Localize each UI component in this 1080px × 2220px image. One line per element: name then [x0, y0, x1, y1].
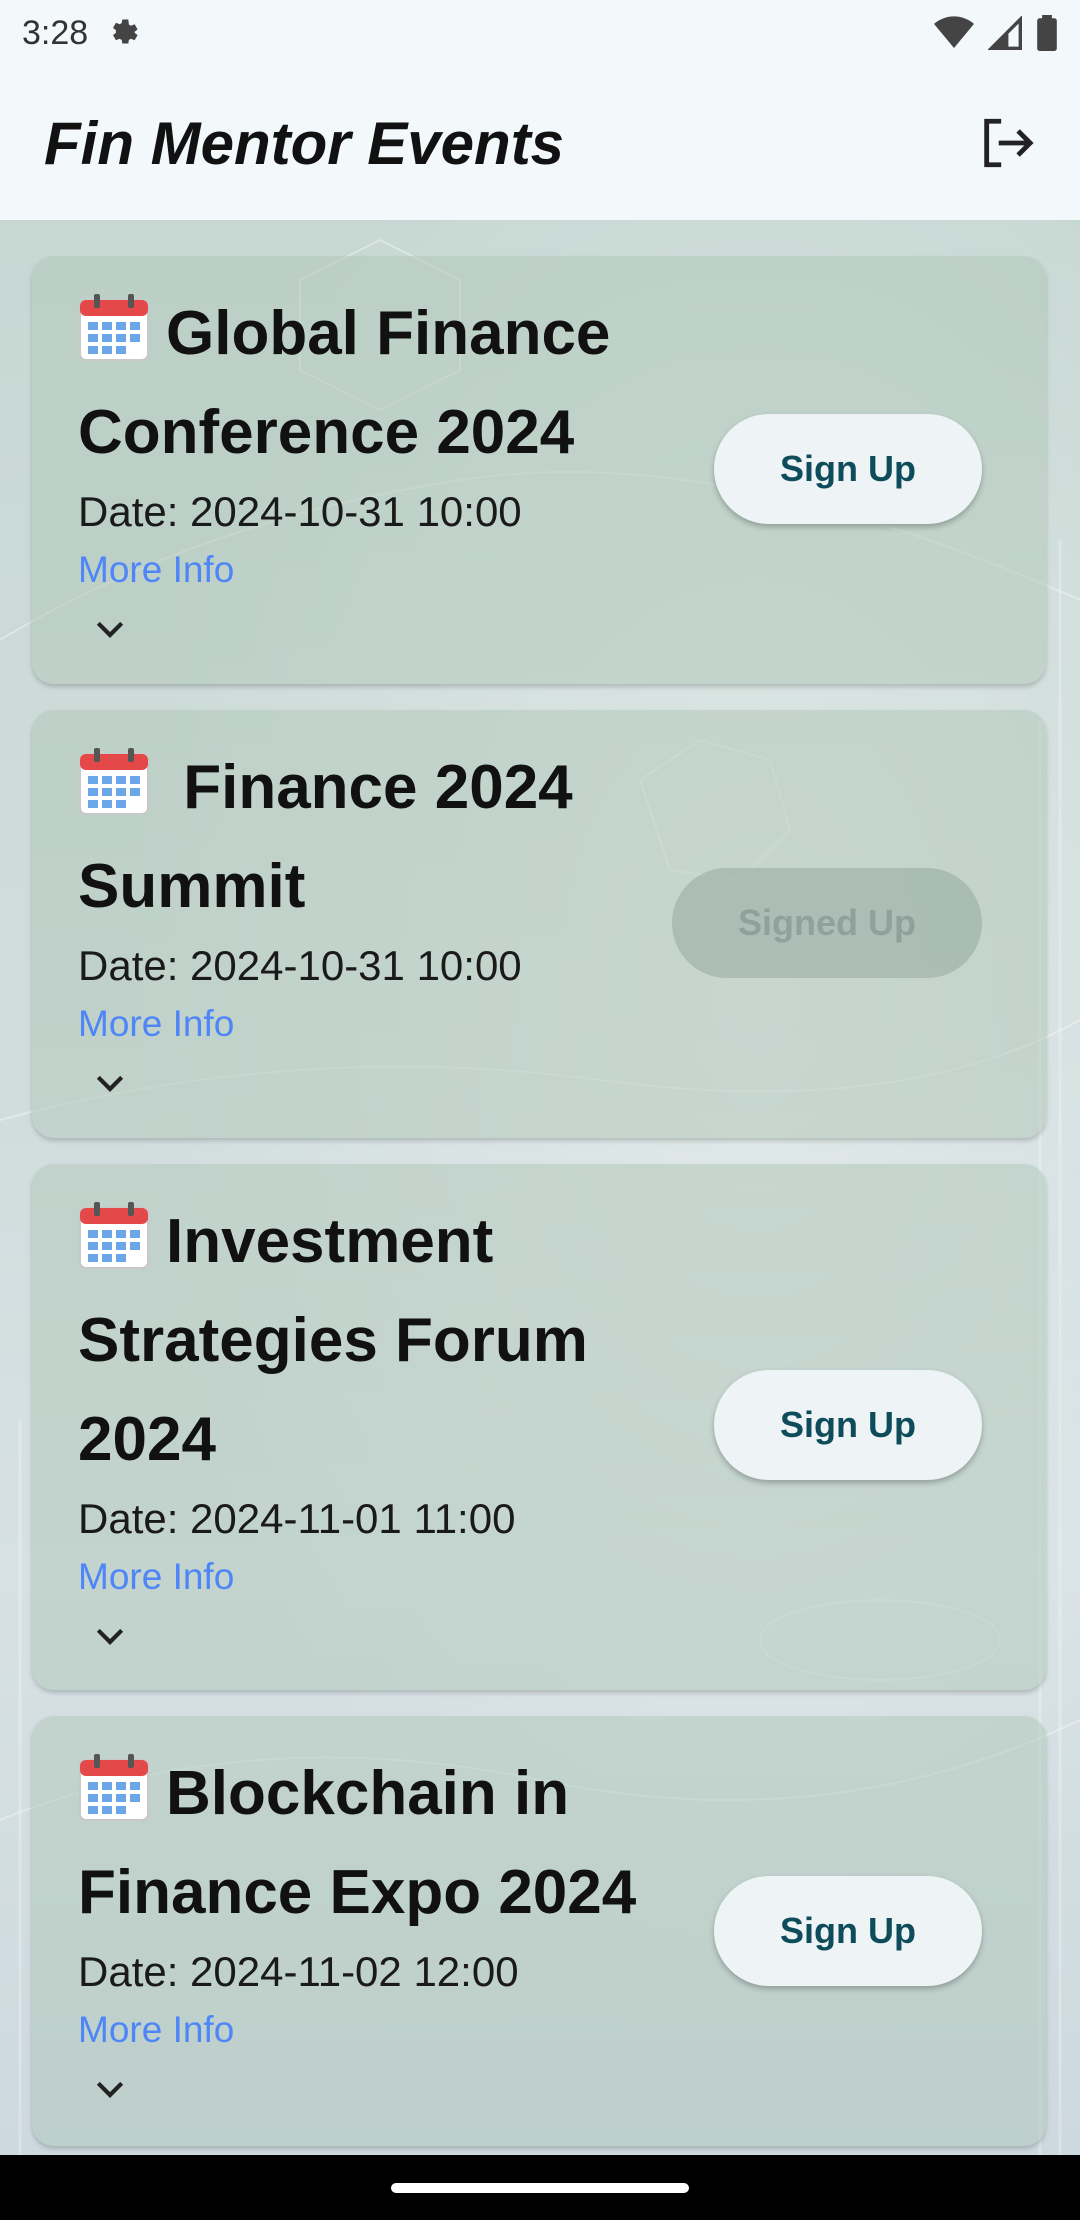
calendar-icon	[79, 1754, 149, 1821]
more-info-link[interactable]: More Info	[78, 1547, 1000, 1607]
event-title-text: Global Finance Conference 2024	[78, 299, 611, 467]
calendar-icon	[79, 748, 149, 815]
event-title-text: Finance 2024 Summit	[78, 753, 573, 921]
more-info-link[interactable]: More Info	[78, 994, 1000, 1054]
battery-icon	[1037, 15, 1057, 51]
cell-signal-icon	[988, 16, 1022, 50]
wifi-icon	[934, 16, 974, 48]
settings-gear-icon	[113, 19, 138, 44]
event-title: Investment Strategies Forum 2024	[78, 1192, 718, 1489]
event-card: Investment Strategies Forum 2024 Date: 2…	[32, 1164, 1046, 1690]
chevron-down-icon[interactable]	[90, 610, 130, 650]
chevron-down-icon[interactable]	[90, 1617, 130, 1657]
event-card: Finance 2024 Summit Date: 2024-10-31 10:…	[32, 710, 1046, 1138]
status-bar: 3:28	[0, 0, 1080, 66]
event-title: Blockchain in Finance Expo 2024	[78, 1744, 718, 1942]
status-time: 3:28	[22, 13, 89, 52]
event-title-text: Investment Strategies Forum 2024	[78, 1207, 588, 1474]
event-title-text: Blockchain in Finance Expo 2024	[78, 1759, 637, 1927]
chevron-down-icon[interactable]	[90, 2070, 130, 2110]
events-list[interactable]: Global Finance Conference 2024 Date: 202…	[0, 220, 1080, 2155]
app-bar: Fin Mentor Events	[0, 66, 1080, 220]
signed-up-button[interactable]: Signed Up	[672, 868, 982, 978]
logout-icon	[984, 118, 1034, 168]
event-title: Finance 2024 Summit	[78, 738, 718, 936]
event-card: Global Finance Conference 2024 Date: 202…	[32, 256, 1046, 684]
event-date: Date: 2024-11-01 11:00	[78, 1495, 516, 1542]
sign-up-button[interactable]: Sign Up	[714, 414, 982, 524]
chevron-down-icon[interactable]	[90, 1064, 130, 1104]
calendar-icon	[79, 1202, 149, 1269]
event-card: Blockchain in Finance Expo 2024 Date: 20…	[32, 1716, 1046, 2146]
calendar-icon	[79, 294, 149, 361]
sign-up-button[interactable]: Sign Up	[714, 1370, 982, 1480]
page-title: Fin Mentor Events	[44, 109, 565, 177]
more-info-link[interactable]: More Info	[78, 2000, 1000, 2060]
system-nav-bar	[0, 2155, 1080, 2220]
event-title: Global Finance Conference 2024	[78, 284, 718, 482]
home-gesture-handle[interactable]	[391, 2182, 689, 2193]
more-info-link[interactable]: More Info	[78, 540, 1000, 600]
logout-button[interactable]	[976, 113, 1036, 173]
sign-up-button[interactable]: Sign Up	[714, 1876, 982, 1986]
